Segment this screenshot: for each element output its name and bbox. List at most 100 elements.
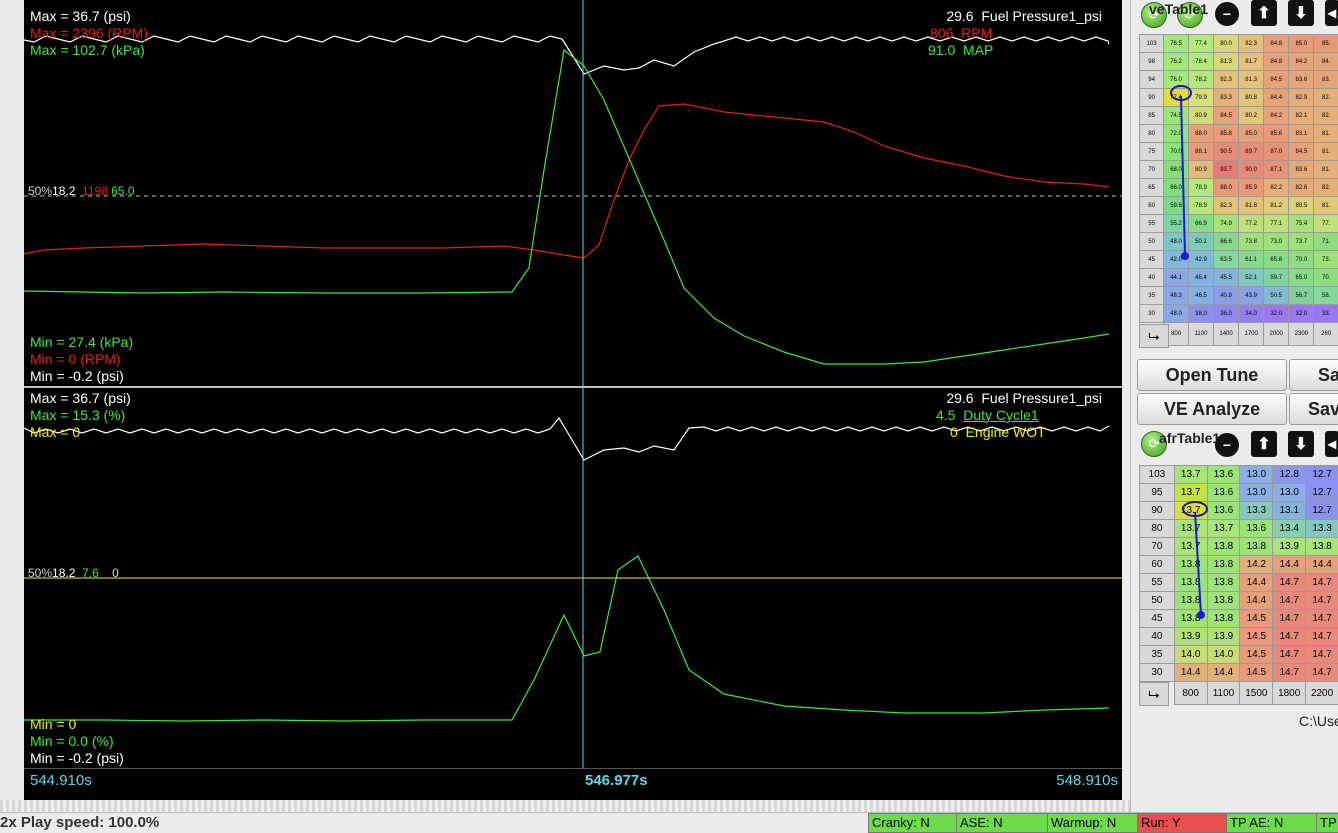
top-legend-2[interactable]: 91.0 MAP bbox=[928, 42, 993, 59]
table-cell[interactable]: 83. bbox=[1314, 71, 1338, 89]
table-cell[interactable]: 14.7 bbox=[1273, 574, 1306, 592]
save-as-button[interactable]: Sav bbox=[1289, 393, 1338, 425]
table-cell[interactable]: 13.1 bbox=[1273, 502, 1306, 520]
table-cell[interactable]: 72.0 bbox=[1164, 125, 1189, 143]
time-axis[interactable]: 544.910s 546.977s 548.910s bbox=[24, 768, 1122, 799]
table-cell[interactable]: 77. bbox=[1314, 215, 1338, 233]
table-cell[interactable]: 76.2 bbox=[1164, 53, 1189, 71]
table-cell[interactable]: 50.5 bbox=[1264, 287, 1289, 305]
table-cell[interactable]: 14.5 bbox=[1240, 628, 1273, 646]
table-cell[interactable]: 13.8 bbox=[1207, 574, 1240, 592]
table-cell[interactable]: 70. bbox=[1314, 269, 1338, 287]
table-cell[interactable]: 13.7 bbox=[1174, 484, 1207, 502]
table-cell[interactable]: 85. bbox=[1314, 35, 1338, 53]
table-cell[interactable]: 46.5 bbox=[1188, 287, 1213, 305]
top-legend-0[interactable]: 29.6 Fuel Pressure1_psi bbox=[946, 8, 1102, 25]
table-cell[interactable]: 66.6 bbox=[1214, 233, 1239, 251]
table-cell[interactable]: 83.6 bbox=[1289, 161, 1314, 179]
table-cell[interactable]: 85.9 bbox=[1239, 179, 1264, 197]
axis-swap-icon[interactable]: ⮡ bbox=[1139, 324, 1169, 348]
table-cell[interactable]: 14.4 bbox=[1207, 664, 1240, 682]
table-cell[interactable]: 81.3 bbox=[1214, 53, 1239, 71]
table-cell[interactable]: 14.7 bbox=[1306, 610, 1338, 628]
table-cell[interactable]: 55.2 bbox=[1164, 215, 1189, 233]
table-cell[interactable]: 12.7 bbox=[1306, 484, 1338, 502]
table-cell[interactable]: 13.4 bbox=[1273, 520, 1306, 538]
table-cell[interactable]: 13.8 bbox=[1174, 574, 1207, 592]
table-cell[interactable]: 34.0 bbox=[1239, 305, 1264, 323]
table-cell[interactable]: 14.4 bbox=[1306, 556, 1338, 574]
table-cell[interactable]: 84.5 bbox=[1214, 107, 1239, 125]
table-cell[interactable]: 13.8 bbox=[1207, 610, 1240, 628]
table-cell[interactable]: 13.8 bbox=[1207, 592, 1240, 610]
table-cell[interactable]: 76.5 bbox=[1164, 35, 1189, 53]
table-cell[interactable]: 81.2 bbox=[1264, 197, 1289, 215]
table-cell[interactable]: 73. bbox=[1314, 251, 1338, 269]
table-cell[interactable]: 12.8 bbox=[1273, 466, 1306, 484]
table-cell[interactable]: 76.0 bbox=[1164, 71, 1189, 89]
table-cell[interactable]: 80.8 bbox=[1239, 89, 1264, 107]
table-cell[interactable]: 13.7 bbox=[1174, 502, 1207, 520]
table-cell[interactable]: 14.7 bbox=[1273, 610, 1306, 628]
table-cell[interactable]: 13.3 bbox=[1240, 502, 1273, 520]
table-cell[interactable]: 14.5 bbox=[1240, 646, 1273, 664]
table-cell[interactable]: 87.0 bbox=[1264, 143, 1289, 161]
table-cell[interactable]: 66.0 bbox=[1164, 179, 1189, 197]
arrow-left-icon[interactable]: ◂ bbox=[1325, 431, 1338, 457]
table-cell[interactable]: 13.0 bbox=[1240, 466, 1273, 484]
table-cell[interactable]: 82. bbox=[1314, 107, 1338, 125]
table-cell[interactable]: 82.3 bbox=[1214, 71, 1239, 89]
table-cell[interactable]: 85.0 bbox=[1289, 35, 1314, 53]
table-cell[interactable]: 65.0 bbox=[1289, 269, 1314, 287]
table-cell[interactable]: 13.7 bbox=[1174, 520, 1207, 538]
arrow-left-icon[interactable]: ◂ bbox=[1325, 0, 1338, 26]
table-cell[interactable]: 13.6 bbox=[1207, 466, 1240, 484]
table-cell[interactable]: 85.0 bbox=[1239, 125, 1264, 143]
ve-table[interactable]: 10376.577.480.082.384.885.085.9876.278.4… bbox=[1139, 34, 1338, 346]
table-cell[interactable]: 32.0 bbox=[1264, 305, 1289, 323]
table-cell[interactable]: 14.2 bbox=[1240, 556, 1273, 574]
table-cell[interactable]: 65.8 bbox=[1264, 251, 1289, 269]
table-cell[interactable]: 13.7 bbox=[1174, 538, 1207, 556]
arrow-up-icon[interactable]: ⬆ bbox=[1251, 431, 1277, 457]
table-cell[interactable]: 83.1 bbox=[1289, 125, 1314, 143]
table-cell[interactable]: 84.8 bbox=[1264, 35, 1289, 53]
table-cell[interactable]: 52.1 bbox=[1239, 269, 1264, 287]
table-cell[interactable]: 89.7 bbox=[1239, 143, 1264, 161]
table-cell[interactable]: 14.7 bbox=[1273, 628, 1306, 646]
table-cell[interactable]: 90.0 bbox=[1239, 161, 1264, 179]
table-cell[interactable]: 80.2 bbox=[1239, 107, 1264, 125]
table-cell[interactable]: 82. bbox=[1314, 89, 1338, 107]
table-cell[interactable]: 71. bbox=[1314, 233, 1338, 251]
ve-analyze-button[interactable]: VE Analyze bbox=[1137, 393, 1287, 425]
table-cell[interactable]: 48.3 bbox=[1164, 287, 1189, 305]
minus-icon[interactable]: − bbox=[1215, 2, 1239, 26]
table-cell[interactable]: 74.5 bbox=[1164, 107, 1189, 125]
table-cell[interactable]: 13.8 bbox=[1240, 538, 1273, 556]
table-cell[interactable]: 56.7 bbox=[1289, 287, 1314, 305]
table-cell[interactable]: 38.0 bbox=[1188, 305, 1213, 323]
arrow-down-icon[interactable]: ⬇ bbox=[1288, 431, 1314, 457]
table-cell[interactable]: 13.8 bbox=[1306, 538, 1338, 556]
table-cell[interactable]: 80.9 bbox=[1188, 107, 1213, 125]
table-cell[interactable]: 13.9 bbox=[1207, 628, 1240, 646]
table-cell[interactable]: 82.3 bbox=[1214, 197, 1239, 215]
arrow-up-icon[interactable]: ⬆ bbox=[1251, 0, 1277, 26]
table-cell[interactable]: 82.9 bbox=[1289, 89, 1314, 107]
top-legend-1[interactable]: 806 RPM bbox=[930, 25, 992, 42]
table-cell[interactable]: 78.9 bbox=[1188, 197, 1213, 215]
table-cell[interactable]: 42.9 bbox=[1188, 251, 1213, 269]
table-cell[interactable]: 81.7 bbox=[1239, 53, 1264, 71]
table-cell[interactable]: 13.0 bbox=[1273, 484, 1306, 502]
table-cell[interactable]: 77.4 bbox=[1164, 89, 1189, 107]
table-cell[interactable]: 87.1 bbox=[1264, 161, 1289, 179]
table-cell[interactable]: 40.9 bbox=[1214, 287, 1239, 305]
table-cell[interactable]: 14.0 bbox=[1174, 646, 1207, 664]
table-cell[interactable]: 14.7 bbox=[1306, 664, 1338, 682]
table-cell[interactable]: 14.7 bbox=[1306, 628, 1338, 646]
table-cell[interactable]: 79.9 bbox=[1188, 89, 1213, 107]
table-cell[interactable]: 13.3 bbox=[1306, 520, 1338, 538]
table-cell[interactable]: 12.7 bbox=[1306, 502, 1338, 520]
table-cell[interactable]: 81. bbox=[1314, 161, 1338, 179]
table-cell[interactable]: 13.0 bbox=[1240, 484, 1273, 502]
